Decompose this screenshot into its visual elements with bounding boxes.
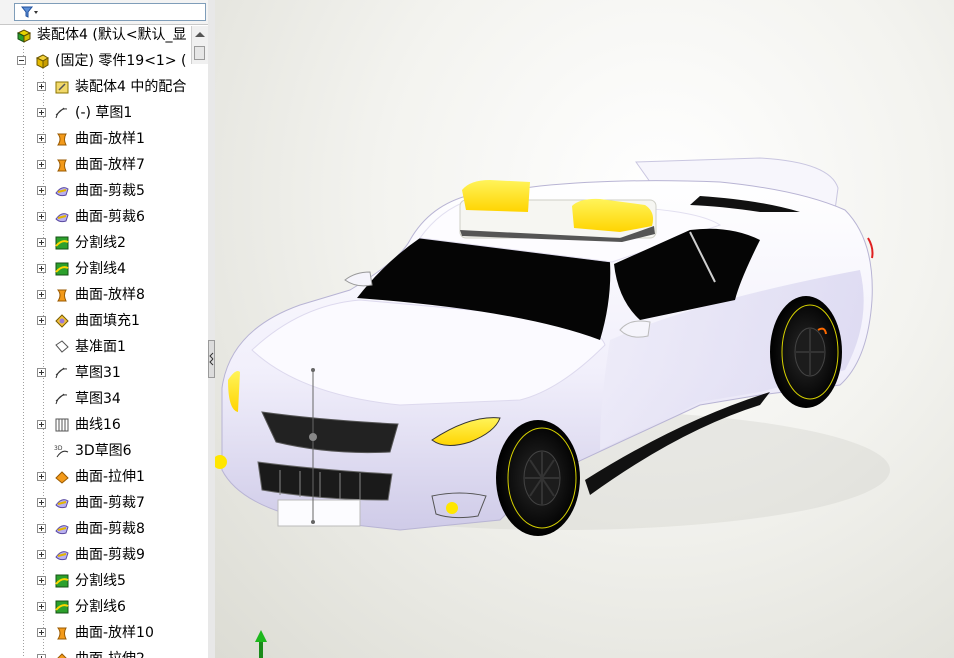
- expand-toggle[interactable]: [37, 108, 46, 117]
- split-line-icon: [55, 236, 69, 250]
- tree-item-label: 曲面-放样8: [75, 287, 145, 303]
- tree-item-label: 曲面-拉伸1: [75, 469, 145, 485]
- expand-toggle[interactable]: [37, 368, 46, 377]
- car-3d-model[interactable]: [215, 0, 954, 658]
- split-line-icon: [55, 574, 69, 588]
- expand-toggle[interactable]: [37, 264, 46, 273]
- expand-toggle[interactable]: [37, 316, 46, 325]
- expand-toggle[interactable]: [37, 160, 46, 169]
- feature-manager-tree: 装配体4 (默认<默认_显 (固定) 零件19<1> ( 装配体4 中的配合 (-) …: [0, 0, 209, 658]
- tree-item-label: 分割线4: [75, 261, 126, 277]
- tree-item-label: 装配体4 中的配合: [75, 79, 187, 95]
- surface-loft-icon: [56, 627, 67, 640]
- tree-item-label: 曲面-放样1: [75, 131, 145, 147]
- part-icon: [35, 54, 49, 69]
- tree-item-label: 分割线2: [75, 235, 126, 251]
- tree-item-label: 草图34: [75, 391, 121, 407]
- 3d-sketch-icon: 3D: [54, 445, 69, 458]
- graphics-viewport[interactable]: [215, 0, 954, 658]
- expand-toggle[interactable]: [37, 498, 46, 507]
- expand-toggle[interactable]: [37, 576, 46, 585]
- tree-item-label: 曲面-放样10: [75, 625, 154, 641]
- left-mirror: [344, 271, 373, 287]
- sketch-icon: [55, 367, 68, 379]
- collapse-panel-handle[interactable]: [208, 340, 215, 378]
- axis-end-bottom: [311, 520, 315, 524]
- tree-item-label: 曲面-剪裁7: [75, 495, 145, 511]
- curve-icon: [55, 418, 69, 432]
- expand-toggle[interactable]: [37, 524, 46, 533]
- surface-loft-icon: [56, 159, 67, 172]
- tree-item-label: 曲面-剪裁6: [75, 209, 145, 225]
- surface-loft-icon: [56, 289, 67, 302]
- tree-item-label: 装配体4 (默认<默认_显: [37, 27, 187, 43]
- tree-item-label: (固定) 零件19<1> (: [55, 53, 187, 69]
- front-wheel: [496, 420, 580, 536]
- expand-toggle[interactable]: [37, 420, 46, 429]
- panel-splitter[interactable]: [208, 0, 215, 658]
- expand-toggle[interactable]: [37, 82, 46, 91]
- expand-toggle[interactable]: [37, 602, 46, 611]
- tree-item-label: 曲面-剪裁5: [75, 183, 145, 199]
- svg-text:3D: 3D: [54, 445, 63, 452]
- tree-item-label: 曲面-剪裁8: [75, 521, 145, 537]
- license-plate: [277, 499, 361, 527]
- tree-item-label: 曲面填充1: [75, 313, 140, 329]
- chevron-left-icon: [209, 352, 214, 366]
- expand-toggle[interactable]: [37, 212, 46, 221]
- tree-item-label: 曲面-剪裁9: [75, 547, 145, 563]
- axis-end-top: [311, 368, 315, 372]
- tree-item-label: 曲线16: [75, 417, 121, 433]
- surface-trim-icon: [55, 187, 69, 197]
- tree-item-label: (-) 草图1: [75, 105, 133, 121]
- expand-toggle[interactable]: [37, 654, 46, 658]
- rear-wheel: [770, 296, 842, 408]
- fog-light-right: [446, 502, 458, 514]
- split-line-icon: [55, 600, 69, 614]
- expand-toggle[interactable]: [37, 134, 46, 143]
- tree-item-label: 草图31: [75, 365, 121, 381]
- filter-icon[interactable]: [21, 6, 39, 18]
- filter-bar: [0, 0, 208, 25]
- assembly-icon: [16, 29, 32, 43]
- coordinate-triad-icon: [255, 630, 267, 658]
- expand-toggle[interactable]: [37, 628, 46, 637]
- surface-trim-icon: [55, 525, 69, 535]
- surface-extrude-icon: [55, 471, 69, 484]
- surface-trim-icon: [55, 551, 69, 561]
- mates-folder-icon: [55, 81, 69, 94]
- plane-icon: [55, 340, 69, 353]
- tree-item-label: 曲面-拉伸2: [75, 649, 145, 658]
- tree-item-label: 曲面-放样7: [75, 157, 145, 173]
- expand-toggle[interactable]: [37, 238, 46, 247]
- expand-toggle[interactable]: [37, 290, 46, 299]
- surface-fill-icon: [55, 314, 69, 328]
- filter-input[interactable]: [14, 3, 206, 21]
- sketch-icon: [55, 393, 68, 405]
- axis-point: [309, 433, 317, 441]
- expand-toggle[interactable]: [37, 472, 46, 481]
- surface-extrude-icon: [57, 653, 67, 658]
- expand-toggle[interactable]: [37, 186, 46, 195]
- tree-item-label: 基准面1: [75, 339, 126, 355]
- collapse-toggle[interactable]: [17, 56, 26, 65]
- sketch-icon: [55, 107, 68, 119]
- expand-toggle[interactable]: [37, 550, 46, 559]
- light-bar-left: [462, 180, 530, 212]
- surface-trim-icon: [55, 499, 69, 509]
- tree-item-label: 分割线5: [75, 573, 126, 589]
- surface-loft-icon: [56, 133, 67, 146]
- tree-item-label: 3D草图6: [75, 443, 132, 459]
- surface-trim-icon: [55, 213, 69, 223]
- tree-item-label: 分割线6: [75, 599, 126, 615]
- split-line-icon: [55, 262, 69, 276]
